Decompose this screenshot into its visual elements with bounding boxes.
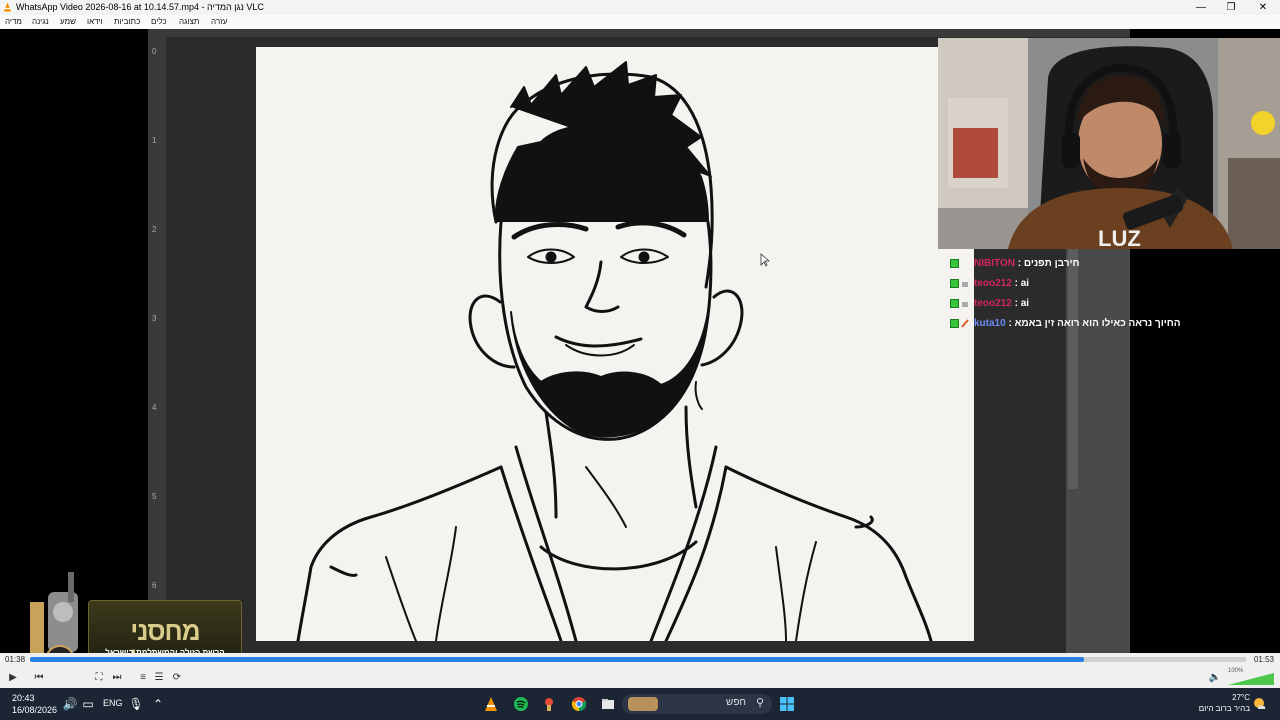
search-icon: ⚲ — [755, 697, 764, 709]
kick-badge-icon — [950, 319, 959, 328]
chat-message: teoo212 : ai — [948, 295, 1208, 313]
chat-message-body: kuta10 : החיוך נראה כאילו הוא רואה זין ב… — [974, 315, 1181, 333]
restore-button[interactable]: ❐ — [1216, 0, 1246, 15]
menu-help[interactable]: עזרה — [211, 15, 227, 29]
chat-text: החיוך נראה כאילו הוא רואה זין באמא — [1014, 318, 1181, 329]
chat-username: teoo212 — [974, 298, 1012, 309]
weather-widget[interactable]: 27°C בהיר ברוב היום — [1190, 692, 1250, 714]
chat-message: teoo212 : ai — [948, 275, 1208, 293]
vlc-icon — [3, 2, 12, 12]
kick-badge-icon — [950, 279, 959, 288]
chat-text: ai — [1020, 298, 1030, 309]
chat-username: NIBITON — [974, 258, 1015, 269]
menu-bar: מדיה נגינה שמע וידאו כתוביות כלים תצוגה … — [0, 15, 1280, 29]
next-button[interactable]: ⏭ — [110, 671, 124, 685]
chat-message: kuta10 : החיוך נראה כאילו הוא רואה זין ב… — [948, 315, 1208, 333]
elapsed-time: 01:38 — [5, 655, 26, 664]
top-ruler — [166, 29, 1130, 37]
gift-badge-icon — [962, 302, 968, 307]
loop-button[interactable]: ⟳ — [170, 671, 184, 685]
ruler-tick: 2 — [152, 225, 157, 234]
gift-badge-icon — [962, 282, 968, 287]
windows-taskbar: 20:43 16/08/2026 🔊 ▭ ENG 🎙 ⌃ חפש ⚲ 27°C … — [0, 688, 1280, 720]
mute-button[interactable]: 🔈 — [1208, 671, 1222, 685]
portrait-sketch — [296, 61, 933, 641]
close-button[interactable]: ✕ — [1248, 0, 1278, 15]
search-highlight-icon — [628, 697, 658, 711]
minimize-button[interactable]: — — [1186, 0, 1216, 15]
chat-text: ai — [1020, 278, 1030, 289]
seek-slider[interactable] — [30, 657, 1246, 662]
kick-badge-icon — [950, 259, 959, 268]
play-button[interactable]: ▶ — [6, 671, 20, 685]
playlist-button[interactable]: ☰ — [152, 671, 166, 685]
ruler-tick: 4 — [152, 403, 157, 412]
menu-video[interactable]: וידאו — [87, 15, 103, 29]
ruler-tick: 5 — [152, 492, 157, 501]
clock-time: 20:43 — [12, 693, 35, 703]
menu-playback[interactable]: נגינה — [32, 15, 49, 29]
chat-separator: : — [1014, 258, 1024, 269]
shirt-text: LUZ — [1098, 226, 1141, 249]
menu-subtitles[interactable]: כתוביות — [114, 15, 140, 29]
video-frame[interactable]: 0 1 2 3 4 5 6 LUZ NIBITON: חירבן תפנים … — [0, 29, 1280, 653]
weather-temp: 27°C — [1232, 693, 1250, 702]
kick-badge-icon — [950, 299, 959, 308]
taskbar-search[interactable]: חפש ⚲ — [622, 694, 772, 714]
start-icon[interactable] — [779, 696, 795, 712]
chat-message-body: NIBITON : חירבן תפנים — [974, 255, 1080, 273]
volume-slider[interactable]: 100% — [1228, 668, 1274, 685]
clock-date: 16/08/2026 — [12, 705, 58, 715]
chat-message: NIBITON : חירבן תפנים — [948, 255, 1208, 273]
chevron-up-icon[interactable]: ⌃ — [150, 696, 166, 712]
weather-icon — [1254, 698, 1266, 709]
side-ruler: 0 1 2 3 4 5 6 — [148, 29, 166, 653]
menu-media[interactable]: מדיה — [5, 15, 22, 29]
language-indicator[interactable]: ENG — [103, 698, 123, 708]
extended-settings-button[interactable]: ≡ — [136, 671, 150, 685]
pinned-app-icon[interactable] — [541, 696, 557, 712]
ruler-tick: 0 — [152, 47, 157, 56]
window-title-bar: WhatsApp Video 2026-08-16 at 10.14.57.mp… — [0, 0, 1280, 15]
system-clock[interactable]: 20:43 16/08/2026 — [12, 692, 57, 716]
playback-controls: ▶ ⏮ ⏭ ⛶ ≡ ☰ ⟳ 🔈 100% — [0, 668, 1280, 688]
microphone-icon[interactable]: 🎙 — [128, 696, 144, 712]
menu-audio[interactable]: שמע — [60, 15, 76, 29]
mouse-cursor-icon — [760, 253, 770, 267]
network-icon[interactable]: ▭ — [80, 696, 96, 712]
seek-bar-row: 01:38 01:53 — [0, 653, 1280, 668]
chrome-icon[interactable] — [571, 696, 587, 712]
ruler-tick: 1 — [152, 136, 157, 145]
file-explorer-icon[interactable] — [600, 696, 616, 712]
ruler-tick: 3 — [152, 314, 157, 323]
stream-chat: NIBITON : חירבן תפנים teoo212 : ai teoo2… — [948, 255, 1208, 345]
webcam-overlay: LUZ — [938, 38, 1280, 249]
speaker-icon[interactable]: 🔊 — [62, 696, 78, 712]
chat-username: teoo212 — [974, 278, 1012, 289]
volume-label: 100% — [1228, 668, 1244, 674]
chat-separator: : — [1005, 318, 1015, 329]
chat-separator: : — [1011, 298, 1021, 309]
previous-button[interactable]: ⏮ — [32, 671, 46, 685]
seek-progress — [30, 657, 1085, 662]
fullscreen-button[interactable]: ⛶ — [92, 671, 106, 685]
menu-view[interactable]: תצוגה — [179, 15, 199, 29]
chat-message-body: teoo212 : ai — [974, 275, 1029, 293]
search-placeholder: חפש — [726, 697, 746, 708]
chat-username: kuta10 — [974, 318, 1006, 329]
chat-separator: : — [1011, 278, 1021, 289]
chat-message-body: teoo212 : ai — [974, 295, 1029, 313]
menu-tools[interactable]: כלים — [151, 15, 167, 29]
drawing-canvas — [256, 47, 974, 641]
window-title: WhatsApp Video 2026-08-16 at 10.14.57.mp… — [16, 2, 264, 12]
vlc-icon[interactable] — [483, 696, 499, 712]
streamer-webcam-image: LUZ — [938, 38, 1280, 249]
weather-text: בהיר ברוב היום — [1198, 704, 1250, 713]
chat-text: חירבן תפנים — [1023, 258, 1080, 269]
volume-wedge — [1228, 673, 1274, 685]
sword-badge-icon — [961, 319, 969, 328]
total-time: 01:53 — [1253, 655, 1274, 664]
spotify-icon[interactable] — [513, 696, 529, 712]
